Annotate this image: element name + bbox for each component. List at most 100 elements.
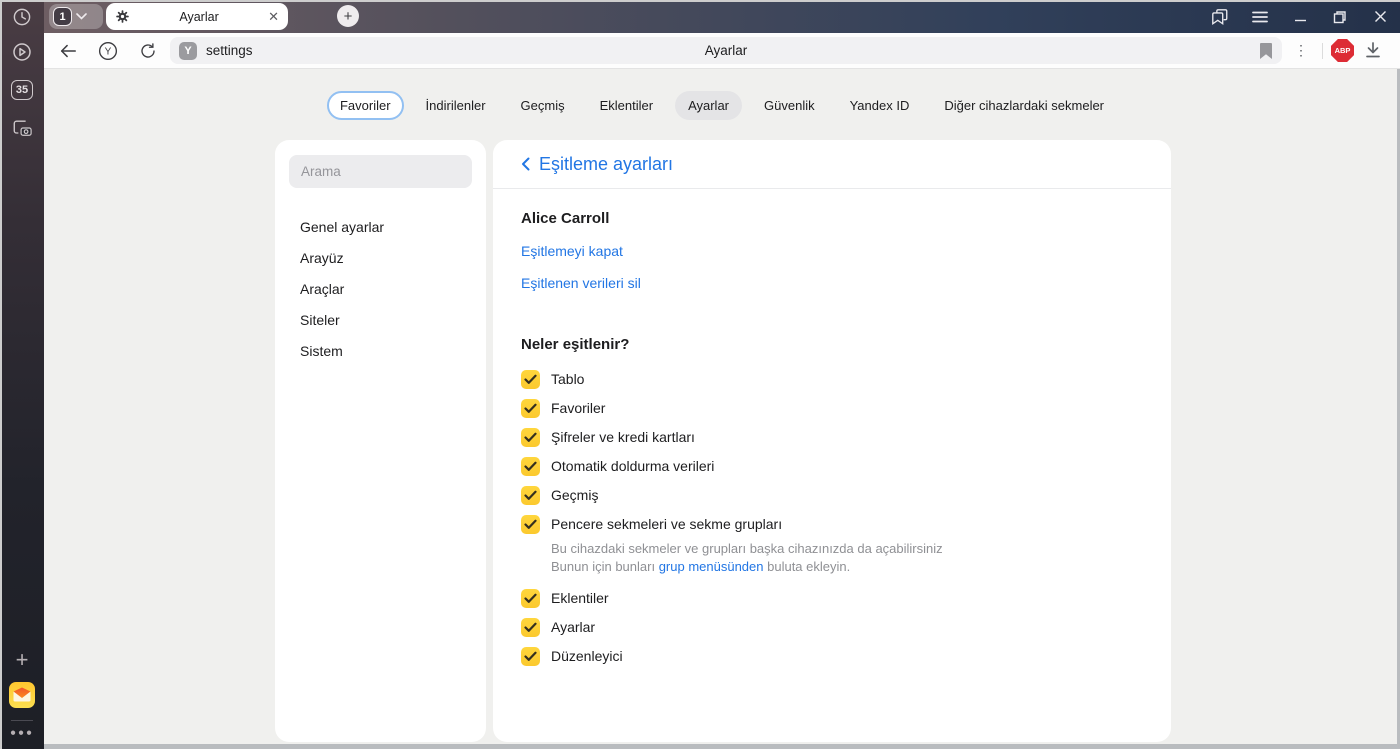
checkmark-icon	[524, 651, 537, 661]
checkbox-label: Favoriler	[551, 400, 606, 416]
side-panels-icon[interactable]	[1200, 0, 1240, 33]
checkmark-icon	[524, 593, 537, 603]
checkmark-icon	[524, 490, 537, 500]
checkmark-icon	[524, 461, 537, 471]
extensions-menu-icon[interactable]: ⋮	[1288, 42, 1314, 59]
settings-sidebar-item[interactable]: Siteler	[275, 305, 486, 336]
add-panel-icon[interactable]: +	[16, 647, 29, 673]
sync-checkbox-row: Ayarlar	[521, 618, 1143, 637]
toolbar-divider	[1322, 42, 1323, 59]
sync-checkbox-row: Otomatik doldurma verileri	[521, 457, 1143, 476]
checkbox-label: Otomatik doldurma verileri	[551, 458, 715, 474]
settings-nav-tab[interactable]: Ayarlar	[675, 91, 743, 120]
refresh-icon[interactable]	[128, 36, 168, 66]
settings-sidebar-card: Genel ayarlar Arayüz Araçlar Siteler Sis…	[275, 140, 486, 742]
settings-page: Favoriler İndirilenler Geçmiş Eklentiler…	[44, 69, 1400, 749]
disable-sync-link[interactable]: Eşitlemeyi kapat	[521, 243, 1143, 259]
checkbox-label: Geçmiş	[551, 487, 599, 503]
account-name: Alice Carroll	[521, 210, 610, 227]
checkbox-label: Pencere sekmeleri ve sekme grupları	[551, 516, 783, 532]
titlebar: 1 Ayarlar ✕ +	[44, 0, 1400, 33]
checkbox-checked[interactable]	[521, 457, 540, 476]
checkmark-icon	[524, 374, 537, 384]
group-menu-link[interactable]: grup menüsünden	[659, 559, 764, 574]
play-circle-icon[interactable]	[12, 42, 32, 62]
checkbox-label: Ayarlar	[551, 619, 596, 635]
tab-ayarlar[interactable]: Ayarlar ✕	[106, 3, 288, 30]
gear-icon	[116, 10, 129, 23]
checkbox-checked[interactable]	[521, 589, 540, 608]
checkbox-label: Şifreler ve kredi kartları	[551, 429, 695, 445]
counter-badge[interactable]: 35	[11, 80, 33, 100]
sync-checkbox-row: Favoriler	[521, 399, 1143, 418]
url-bar[interactable]: Y settings Ayarlar	[170, 37, 1282, 64]
back-button[interactable]	[48, 36, 88, 66]
checkbox-checked[interactable]	[521, 428, 540, 447]
window-border-top	[0, 0, 1400, 2]
more-options-icon[interactable]: ●●●	[10, 728, 34, 739]
checkbox-checked[interactable]	[521, 647, 540, 666]
settings-sidebar-item[interactable]: Genel ayarlar	[275, 212, 486, 243]
tab-group-button[interactable]: 1	[49, 4, 103, 29]
settings-sidebar-item[interactable]: Araçlar	[275, 274, 486, 305]
screenshot-icon[interactable]	[11, 118, 33, 138]
settings-sidebar-menu: Genel ayarlar Arayüz Araçlar Siteler Sis…	[275, 212, 486, 367]
settings-sidebar-item[interactable]: Sistem	[275, 336, 486, 367]
address-bar: Y Y settings Ayarlar ⋮ ABP	[44, 33, 1400, 69]
checkmark-icon	[524, 622, 537, 632]
close-icon[interactable]	[1360, 0, 1400, 33]
new-tab-button[interactable]: +	[337, 5, 359, 27]
checkbox-checked[interactable]	[521, 399, 540, 418]
bookmark-icon[interactable]	[1259, 42, 1273, 59]
settings-nav: Favoriler İndirilenler Geçmiş Eklentiler…	[44, 91, 1400, 120]
tab-count-badge: 1	[53, 7, 72, 26]
settings-search-input[interactable]	[289, 155, 472, 188]
menu-icon[interactable]	[1240, 0, 1280, 33]
checkbox-checked[interactable]	[521, 486, 540, 505]
app-sidebar: 35 + ●●●	[0, 0, 44, 749]
sync-checkbox-row: Düzenleyici	[521, 647, 1143, 666]
minimize-icon[interactable]	[1280, 0, 1320, 33]
delete-synced-data-link[interactable]: Eşitlenen verileri sil	[521, 275, 1143, 291]
yandex-mail-icon[interactable]	[9, 682, 35, 708]
tab-title: Ayarlar	[179, 9, 219, 24]
chevron-down-icon	[76, 13, 87, 20]
settings-nav-tab[interactable]: Güvenlik	[751, 91, 828, 120]
settings-nav-tab[interactable]: İndirilenler	[413, 91, 499, 120]
settings-sidebar-item[interactable]: Arayüz	[275, 243, 486, 274]
tab-close-icon[interactable]: ✕	[268, 10, 279, 23]
sync-panel-title: Eşitleme ayarları	[539, 153, 674, 174]
checkmark-icon	[524, 403, 537, 413]
checkbox-checked[interactable]	[521, 370, 540, 389]
settings-nav-tab[interactable]: Favoriler	[326, 91, 404, 120]
url-text: settings	[206, 43, 253, 58]
settings-nav-tab[interactable]: Diğer cihazlardaki sekmeler	[931, 91, 1117, 120]
checkmark-icon	[524, 432, 537, 442]
history-clock-icon[interactable]	[13, 8, 32, 27]
downloads-icon[interactable]	[1356, 42, 1390, 59]
settings-nav-tab[interactable]: Geçmiş	[508, 91, 578, 120]
back-chevron-icon[interactable]	[521, 157, 530, 171]
window-border-left	[0, 0, 2, 749]
settings-nav-tab[interactable]: Eklentiler	[587, 91, 666, 120]
sync-checkbox-row: Pencere sekmeleri ve sekme grupları Bu c…	[521, 515, 1143, 579]
checkbox-checked[interactable]	[521, 515, 540, 534]
sync-settings-card: Eşitleme ayarları Alice Carroll Eşitleme…	[493, 140, 1171, 742]
window-border-bottom	[44, 744, 1400, 749]
checkbox-description: Bu cihazdaki sekmeler ve grupları başka …	[551, 541, 943, 574]
svg-text:Y: Y	[105, 46, 112, 57]
checkbox-label: Eklentiler	[551, 590, 609, 606]
yandex-button[interactable]: Y	[88, 36, 128, 66]
checkbox-label: Düzenleyici	[551, 648, 623, 664]
sync-checkbox-list: Tablo Favoriler Şifreler ve kredi kartla…	[521, 370, 1143, 666]
restore-icon[interactable]	[1320, 0, 1360, 33]
checkmark-icon	[524, 519, 537, 529]
checkbox-checked[interactable]	[521, 618, 540, 637]
adblock-plus-icon[interactable]: ABP	[1331, 39, 1354, 62]
omnibox-page-title: Ayarlar	[704, 43, 748, 58]
checkbox-label: Tablo	[551, 371, 585, 387]
page-favicon: Y	[179, 41, 197, 60]
sync-section-title: Neler eşitlenir?	[521, 336, 630, 353]
sync-panel-header[interactable]: Eşitleme ayarları	[493, 140, 1171, 189]
settings-nav-tab[interactable]: Yandex ID	[837, 91, 923, 120]
